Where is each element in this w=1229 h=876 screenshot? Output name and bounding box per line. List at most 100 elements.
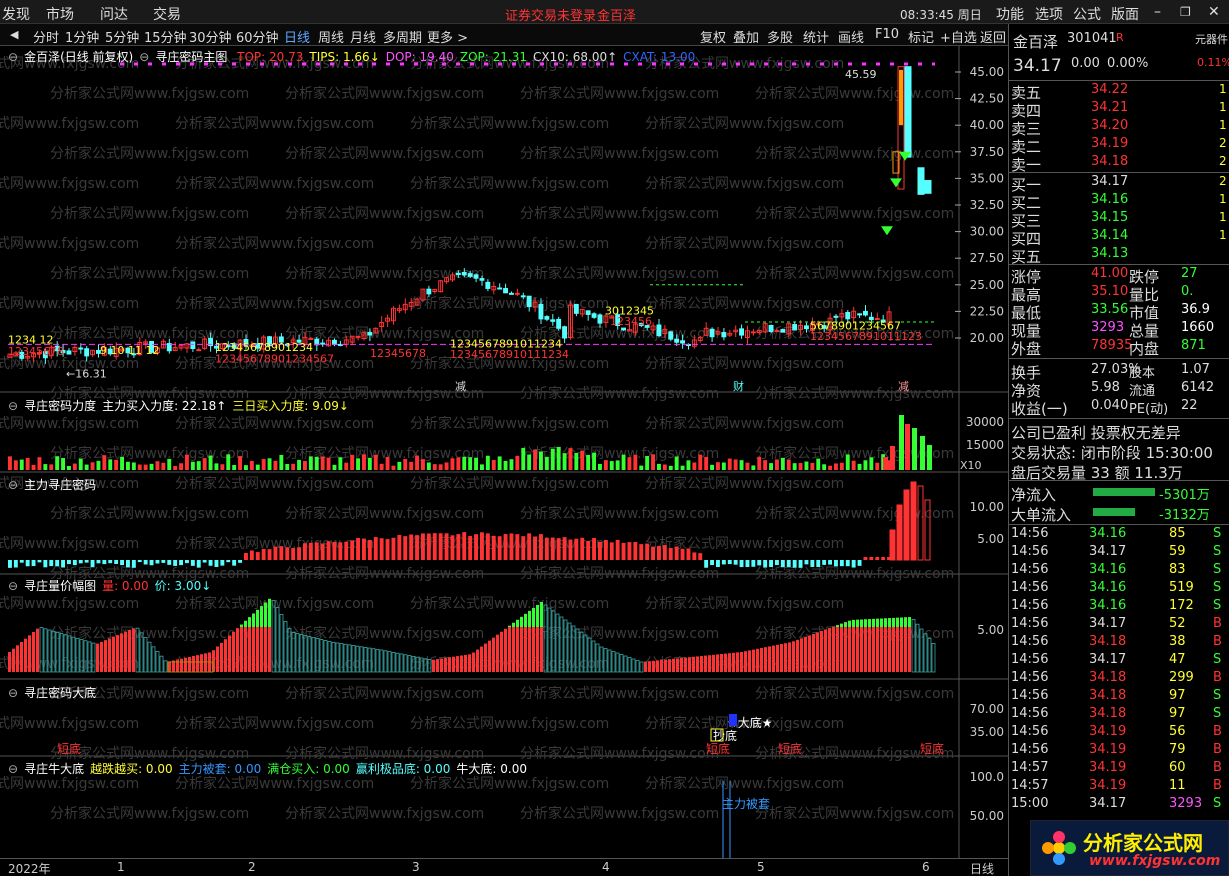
tick-volume: 60 [1169, 760, 1186, 775]
tick-row[interactable]: 14:56 34.18 299 B [1009, 670, 1229, 688]
close-icon[interactable]: ✕ [1208, 4, 1220, 20]
panel3-title[interactable]: 寻庄量价幅图 [24, 579, 96, 593]
bid-row[interactable]: 买二 34.16 1 [1009, 192, 1229, 212]
panel2-title[interactable]: 主力寻庄密码 [24, 478, 96, 492]
flow-row[interactable]: 净流入 -5301万 [1009, 484, 1229, 504]
left-arrow-icon[interactable]: ◀ [10, 28, 18, 41]
chart-area[interactable]: 分析家公式网www.fxjgsw.com 分析家公式网www.fxjgsw.com… [0, 46, 1008, 858]
volume-bar [686, 460, 691, 470]
period-month[interactable]: 月线 [350, 27, 376, 46]
stat-row[interactable]: 收益(一) 0.040 PE(动) 22 [1009, 398, 1229, 418]
tick-row[interactable]: 14:56 34.16 172 S [1009, 598, 1229, 616]
menu-function[interactable]: 功能 [996, 4, 1024, 24]
panel1-title[interactable]: 寻庄密码力度 [24, 399, 96, 413]
ask-row[interactable]: 卖三 34.20 1 [1009, 118, 1229, 138]
info-row[interactable]: 公司已盈利 投票权无差异 [1009, 422, 1229, 442]
minimize-icon[interactable]: – [1154, 4, 1161, 20]
period-fenshi[interactable]: 分时 [33, 27, 59, 46]
flow-row[interactable]: 大单流入 -3132万 [1009, 504, 1229, 524]
btn-mark[interactable]: 标记 [908, 27, 934, 46]
btn-overlay[interactable]: 叠加 [733, 27, 759, 46]
tick-row[interactable]: 14:56 34.19 79 B [1009, 742, 1229, 760]
panel5-collapse-icon[interactable]: ⊖ [8, 762, 18, 776]
stat-row[interactable]: 换手 27.03% 股本 1.07 [1009, 362, 1229, 382]
tick-row[interactable]: 14:56 34.17 47 S [1009, 652, 1229, 670]
panel3-collapse-icon[interactable]: ⊖ [8, 579, 18, 593]
login-warning[interactable]: 证券交易未登录 [505, 5, 596, 24]
main-force-bar [562, 537, 567, 560]
ask-row[interactable]: 卖五 34.22 1 [1009, 82, 1229, 102]
tick-row[interactable]: 14:56 34.17 52 B [1009, 616, 1229, 634]
ask-row[interactable]: 卖二 34.19 2 [1009, 136, 1229, 156]
stat-row[interactable]: 现量 3293 总量 1660 [1009, 320, 1229, 340]
menu-options[interactable]: 选项 [1035, 4, 1063, 24]
period-5min[interactable]: 5分钟 [105, 27, 139, 46]
menu-formula[interactable]: 公式 [1073, 4, 1101, 24]
bid-row[interactable]: 买五 34.13 [1009, 246, 1229, 266]
main-formula-name[interactable]: 寻庄密码主图 [155, 50, 227, 64]
menu-trade[interactable]: 交易 [153, 4, 181, 24]
stat-value: 5.98 [1091, 380, 1120, 395]
stat-row[interactable]: 净资 5.98 流通 6142 [1009, 380, 1229, 400]
tick-row[interactable]: 14:56 34.18 38 B [1009, 634, 1229, 652]
main-force-bar [851, 560, 856, 568]
panel4-collapse-icon[interactable]: ⊖ [8, 686, 18, 700]
stat-row[interactable]: 涨停 41.00 跌停 27 [1009, 266, 1229, 286]
btn-draw[interactable]: 画线 [838, 27, 864, 46]
restore-icon[interactable]: ❐ [1180, 5, 1191, 19]
price-range-bar [508, 625, 511, 672]
stat-row[interactable]: 外盘 78935 内盘 871 [1009, 338, 1229, 358]
period-60min[interactable]: 60分钟 [236, 27, 279, 46]
panel1-collapse-icon[interactable]: ⊖ [8, 399, 18, 413]
tick-row[interactable]: 14:57 34.19 11 B [1009, 778, 1229, 796]
ask-row[interactable]: 卖一 34.18 2 [1009, 154, 1229, 174]
period-30min[interactable]: 30分钟 [189, 27, 232, 46]
tick-row[interactable]: 14:56 34.18 97 S [1009, 706, 1229, 724]
btn-multistock[interactable]: 多股 [767, 27, 793, 46]
tick-row[interactable]: 15:00 34.17 3293 S [1009, 796, 1229, 814]
period-15min[interactable]: 15分钟 [144, 27, 187, 46]
tick-row[interactable]: 14:56 34.19 56 B [1009, 724, 1229, 742]
menu-layout[interactable]: 版面 [1111, 4, 1139, 24]
period-day[interactable]: 日线 [284, 27, 310, 46]
volume-bar [67, 465, 71, 470]
period-more[interactable]: 更多 > [427, 27, 468, 46]
tick-row[interactable]: 14:56 34.16 83 S [1009, 562, 1229, 580]
collapse-icon[interactable]: ⊖ [8, 50, 18, 64]
bid-row[interactable]: 买一 34.17 2 [1009, 174, 1229, 194]
main-force-bar [733, 560, 738, 565]
tick-row[interactable]: 14:56 34.17 59 S [1009, 544, 1229, 562]
chart-canvas[interactable]: 分析家公式网www.fxjgsw.com 分析家公式网www.fxjgsw.com… [0, 46, 1008, 858]
menu-market[interactable]: 市场 [46, 4, 74, 24]
btn-add-watchlist[interactable]: +自选 [940, 27, 977, 46]
stock-header[interactable]: 金百泽 301041 R 元器件 [1009, 31, 1229, 51]
bid-row[interactable]: 买四 34.14 1 [1009, 228, 1229, 248]
info-row[interactable]: 盘后交易量 33 额 11.3万 [1009, 462, 1229, 482]
tick-row[interactable]: 14:57 34.19 60 B [1009, 760, 1229, 778]
btn-fuquan[interactable]: 复权 [700, 27, 726, 46]
period-multi[interactable]: 多周期 [383, 27, 422, 46]
panel5-title[interactable]: 寻庄牛大底 [24, 762, 84, 776]
main-force-bar [350, 540, 355, 560]
stat-row[interactable]: 最低 33.56 市值 36.9 [1009, 302, 1229, 322]
period-1min[interactable]: 1分钟 [65, 27, 99, 46]
volume-bar [13, 460, 18, 470]
bid-row[interactable]: 买三 34.15 1 [1009, 210, 1229, 230]
btn-stats[interactable]: 统计 [803, 27, 829, 46]
panel2-collapse-icon[interactable]: ⊖ [8, 478, 18, 492]
period-week[interactable]: 周线 [318, 27, 344, 46]
stat-row[interactable]: 最高 35.10 量比 0. [1009, 284, 1229, 304]
tick-row[interactable]: 14:56 34.16 519 S [1009, 580, 1229, 598]
btn-back[interactable]: 返回 [980, 27, 1006, 46]
candlestick [750, 331, 756, 334]
menu-wenda[interactable]: 问达 [100, 4, 128, 24]
menu-discover[interactable]: 发现 [2, 4, 30, 24]
panel4-title[interactable]: 寻庄密码大底 [24, 686, 96, 700]
low-price-label: ←16.31 [66, 367, 107, 380]
btn-f10[interactable]: F10 [875, 27, 899, 42]
price-row[interactable]: 34.17 0.00 0.00% 0.11% [1009, 56, 1229, 76]
tick-row[interactable]: 14:56 34.18 97 S [1009, 688, 1229, 706]
tick-row[interactable]: 14:56 34.16 85 S [1009, 526, 1229, 544]
ask-row[interactable]: 卖四 34.21 1 [1009, 100, 1229, 120]
info-row[interactable]: 交易状态: 闭市阶段 15:30:00 [1009, 442, 1229, 462]
